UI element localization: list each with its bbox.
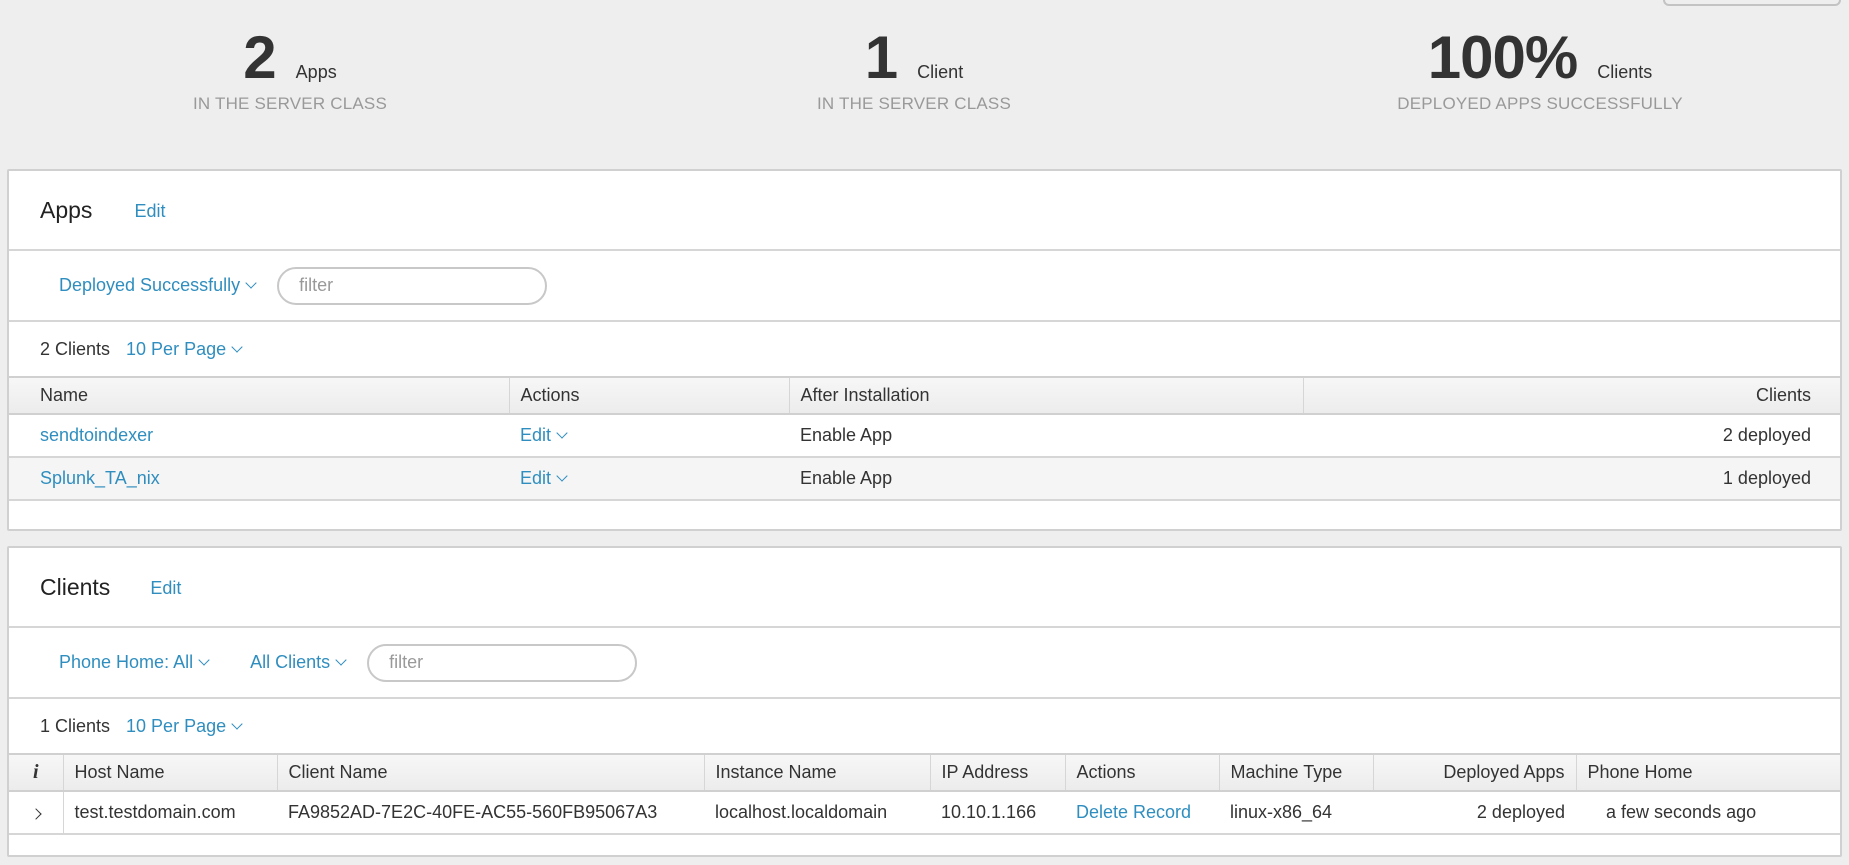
delete-record-link[interactable]: Delete Record xyxy=(1076,802,1191,822)
chevron-down-icon xyxy=(245,277,257,289)
edit-label: Edit xyxy=(520,425,552,445)
clients-table: i Host Name Client Name Instance Name IP… xyxy=(9,753,1840,835)
column-header-actions: Actions xyxy=(1065,753,1220,792)
app-name-link[interactable]: sendtoindexer xyxy=(40,425,153,445)
clients-cell: 1 deployed xyxy=(1303,457,1840,501)
chevron-right-icon[interactable] xyxy=(30,808,42,820)
summary-stats: 2 Apps IN THE SERVER CLASS 1 Client IN T… xyxy=(0,0,1849,170)
client-name-cell: FA9852AD-7E2C-40FE-AC55-560FB95067A3 xyxy=(277,791,704,835)
chevron-down-icon xyxy=(556,470,568,482)
apps-count: 2 Clients xyxy=(40,338,111,359)
apps-panel: Apps Edit Deployed Successfully 2 Client… xyxy=(7,169,1842,531)
column-header-machine-type[interactable]: Machine Type xyxy=(1219,753,1374,792)
apps-table: Name Actions After Installation Clients … xyxy=(9,376,1840,501)
deploy-status-label: Deployed Successfully xyxy=(59,275,241,295)
edit-label: Edit xyxy=(520,468,552,488)
column-header-host-name[interactable]: Host Name xyxy=(63,753,278,792)
phone-home-label: Phone Home: All xyxy=(59,652,194,672)
clients-edit-link[interactable]: Edit xyxy=(150,578,181,599)
chevron-down-icon xyxy=(335,654,347,666)
column-header-deployed-apps[interactable]: Deployed Apps xyxy=(1373,753,1577,792)
after-installation-cell: Enable App xyxy=(789,457,1303,501)
clients-per-page-dropdown[interactable]: 10 Per Page xyxy=(126,715,243,737)
clients-panel-header: Clients Edit xyxy=(9,548,1840,628)
stat-caption: IN THE SERVER CLASS xyxy=(192,94,387,113)
stat-value: 100% xyxy=(1427,24,1578,91)
column-header-name[interactable]: Name xyxy=(9,376,510,415)
clients-panel: Clients Edit Phone Home: All All Clients… xyxy=(7,546,1842,857)
clients-count: 1 Clients xyxy=(40,715,111,736)
stat-caption: IN THE SERVER CLASS xyxy=(816,94,1011,113)
stat-deployed: 100% Clients DEPLOYED APPS SUCCESSFULLY xyxy=(1340,28,1740,114)
apps-filter-input[interactable] xyxy=(277,266,548,305)
table-row: sendtoindexer Edit Enable App 2 deployed xyxy=(9,414,1840,458)
stat-unit: Client xyxy=(917,62,964,82)
stat-unit: Apps xyxy=(295,62,337,82)
column-header-clients[interactable]: Clients xyxy=(1303,376,1840,415)
clients-toolbar: Phone Home: All All Clients xyxy=(9,628,1840,699)
host-name-cell: test.testdomain.com xyxy=(63,791,277,835)
column-header-instance-name[interactable]: Instance Name xyxy=(704,753,931,792)
clients-cell: 2 deployed xyxy=(1303,414,1840,458)
clients-title: Clients xyxy=(40,573,111,600)
column-header-client-name[interactable]: Client Name xyxy=(277,753,705,792)
table-row: test.testdomain.com FA9852AD-7E2C-40FE-A… xyxy=(9,791,1840,835)
apps-toolbar: Deployed Successfully xyxy=(9,251,1840,322)
stat-unit: Clients xyxy=(1597,62,1653,82)
column-header-info: i xyxy=(9,753,64,792)
clients-count-row: 1 Clients 10 Per Page xyxy=(9,699,1840,753)
stat-value: 1 xyxy=(864,24,898,91)
deployed-apps-cell: 2 deployed xyxy=(1373,791,1576,835)
client-type-label: All Clients xyxy=(250,652,331,672)
machine-type-cell: linux-x86_64 xyxy=(1219,791,1373,835)
ip-address-cell: 10.10.1.166 xyxy=(930,791,1065,835)
app-name-link[interactable]: Splunk_TA_nix xyxy=(40,468,160,488)
expand-cell[interactable] xyxy=(9,791,64,835)
column-header-actions: Actions xyxy=(509,376,790,415)
column-header-ip-address[interactable]: IP Address xyxy=(930,753,1066,792)
apps-panel-header: Apps Edit xyxy=(9,171,1840,251)
apps-per-page-dropdown[interactable]: 10 Per Page xyxy=(126,338,243,360)
phone-home-dropdown[interactable]: Phone Home: All xyxy=(59,652,210,673)
apps-count-row: 2 Clients 10 Per Page xyxy=(9,322,1840,376)
per-page-label: 10 Per Page xyxy=(126,338,227,359)
chevron-down-icon xyxy=(231,340,243,353)
chevron-down-icon xyxy=(231,717,243,730)
apps-title: Apps xyxy=(40,196,93,223)
instance-name-cell: localhost.localdomain xyxy=(704,791,930,835)
phone-home-cell: a few seconds ago xyxy=(1576,791,1840,835)
deploy-status-dropdown[interactable]: Deployed Successfully xyxy=(59,275,257,296)
client-type-dropdown[interactable]: All Clients xyxy=(250,652,347,673)
clients-filter-input[interactable] xyxy=(367,643,638,682)
app-edit-dropdown[interactable]: Edit xyxy=(520,468,778,489)
table-row: Splunk_TA_nix Edit Enable App 1 deployed xyxy=(9,457,1840,501)
apps-edit-link[interactable]: Edit xyxy=(134,201,165,222)
chevron-down-icon xyxy=(556,427,568,439)
app-edit-dropdown[interactable]: Edit xyxy=(520,425,778,446)
table-header-row: Name Actions After Installation Clients xyxy=(9,376,1840,415)
column-header-after-installation[interactable]: After Installation xyxy=(789,376,1304,415)
stat-apps: 2 Apps IN THE SERVER CLASS xyxy=(90,28,490,114)
chevron-down-icon xyxy=(198,654,210,666)
stat-value: 2 xyxy=(243,24,276,91)
info-icon: i xyxy=(32,761,39,783)
per-page-label: 10 Per Page xyxy=(126,715,227,736)
table-header-row: i Host Name Client Name Instance Name IP… xyxy=(9,753,1840,792)
stat-clients: 1 Client IN THE SERVER CLASS xyxy=(714,28,1114,114)
after-installation-cell: Enable App xyxy=(789,414,1303,458)
column-header-phone-home[interactable]: Phone Home xyxy=(1576,753,1840,792)
stat-caption: DEPLOYED APPS SUCCESSFULLY xyxy=(1397,94,1683,113)
